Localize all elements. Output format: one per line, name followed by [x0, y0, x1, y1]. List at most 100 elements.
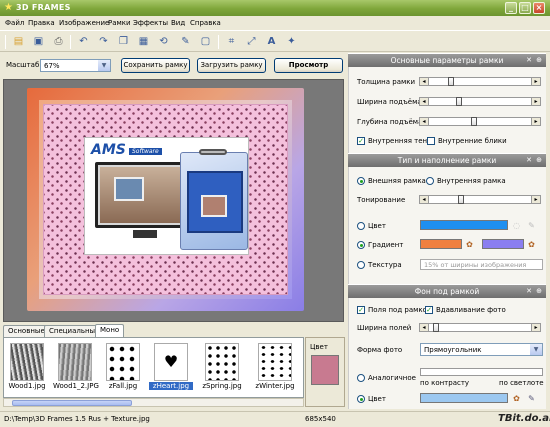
- close-icon[interactable]: ✕: [526, 154, 532, 167]
- image-canvas[interactable]: AMS Software: [3, 79, 344, 322]
- slider-knob[interactable]: [432, 323, 439, 332]
- preview-button[interactable]: Просмотр: [274, 58, 343, 73]
- tab-basic[interactable]: Основные: [3, 325, 50, 337]
- palette-icon[interactable]: ✿: [527, 240, 536, 249]
- menu-frames[interactable]: Рамки: [108, 19, 131, 27]
- pin-icon[interactable]: ⊕: [536, 285, 542, 298]
- resize-icon[interactable]: ⤢: [244, 34, 259, 49]
- pattern-mat: AMS Software: [43, 104, 288, 295]
- thumbnail-scrollbar[interactable]: [3, 398, 304, 407]
- open-icon[interactable]: ▤: [11, 34, 26, 49]
- brand-logo-sub: Software: [129, 148, 162, 155]
- slider-left-icon[interactable]: ◂: [420, 78, 429, 85]
- toning-slider[interactable]: ◂ ▸: [419, 195, 541, 204]
- minimize-button[interactable]: _: [505, 2, 517, 14]
- print-icon[interactable]: ⎙: [51, 34, 66, 49]
- thumbnail-zheart[interactable]: ♥: [154, 343, 188, 381]
- thumbnail-wood1[interactable]: [10, 343, 44, 381]
- menu-effects[interactable]: Эффекты: [133, 19, 168, 27]
- thumbnail-wood1-2[interactable]: [58, 343, 92, 381]
- frame-icon[interactable]: ▢: [198, 34, 213, 49]
- texture-select[interactable]: 15% от ширины изображения: [420, 259, 543, 270]
- thumbnail-zspring[interactable]: [205, 343, 239, 381]
- inner-shadow-checkbox[interactable]: ✓: [357, 137, 365, 145]
- slider-right-icon[interactable]: ▸: [531, 78, 540, 85]
- color-swatch[interactable]: [311, 355, 339, 385]
- palette-icon[interactable]: ◌: [512, 221, 521, 230]
- save-icon[interactable]: ▣: [31, 34, 46, 49]
- menu-image[interactable]: Изображение: [59, 19, 109, 27]
- menu-view[interactable]: Вид: [171, 19, 185, 27]
- rotate-icon[interactable]: ⟲: [156, 34, 171, 49]
- slider-left-icon[interactable]: ◂: [420, 118, 429, 125]
- slider-knob[interactable]: [457, 195, 464, 204]
- emboss-label: Вдавливание фото: [436, 306, 506, 314]
- tab-mono[interactable]: Моно: [95, 324, 125, 337]
- maximize-button[interactable]: □: [519, 2, 531, 14]
- slider-knob[interactable]: [471, 117, 478, 126]
- close-icon[interactable]: ✕: [526, 54, 532, 67]
- bg-under-checkbox[interactable]: ✓: [357, 306, 365, 314]
- zoom-select[interactable]: 67% ▼: [40, 59, 111, 72]
- menu-edit[interactable]: Правка: [28, 19, 55, 27]
- margin-width-slider[interactable]: ◂ ▸: [419, 323, 541, 332]
- bg-color-radio[interactable]: [357, 395, 365, 403]
- thumbnail-zfall[interactable]: [106, 343, 140, 381]
- lift-width-slider[interactable]: ◂ ▸: [419, 97, 541, 106]
- close-button[interactable]: ×: [533, 2, 545, 14]
- pin-icon[interactable]: ⊕: [536, 154, 542, 167]
- save-frame-button[interactable]: Сохранить рамку: [121, 58, 190, 73]
- slider-right-icon[interactable]: ▸: [531, 118, 540, 125]
- slider-left-icon[interactable]: ◂: [420, 196, 429, 203]
- gradient-to-bar[interactable]: [482, 239, 524, 249]
- scrollbar-thumb[interactable]: [12, 400, 132, 406]
- frame-color-bar[interactable]: [420, 220, 508, 230]
- inner-frame-radio[interactable]: [426, 177, 434, 185]
- copy-icon[interactable]: ❐: [116, 34, 131, 49]
- text-icon[interactable]: A: [264, 34, 279, 49]
- crop-icon[interactable]: ⌗: [224, 34, 239, 49]
- undo-icon[interactable]: ↶: [76, 34, 91, 49]
- eyedropper-icon[interactable]: ✎: [527, 394, 536, 403]
- section-header-background: Фон под рамкой ✕ ⊕: [348, 285, 546, 298]
- slider-right-icon[interactable]: ▸: [531, 98, 540, 105]
- slider-knob[interactable]: [455, 97, 462, 106]
- frame-width-slider[interactable]: ◂ ▸: [419, 77, 541, 86]
- palette-icon[interactable]: ✿: [465, 240, 474, 249]
- pin-icon[interactable]: ⊕: [536, 54, 542, 67]
- emboss-checkbox[interactable]: ✓: [425, 306, 433, 314]
- gradient-radio[interactable]: [357, 241, 365, 249]
- texture-radio[interactable]: [357, 261, 365, 269]
- menu-file[interactable]: Файл: [5, 19, 24, 27]
- load-frame-button[interactable]: Загрузить рамку: [197, 58, 266, 73]
- close-icon[interactable]: ✕: [526, 285, 532, 298]
- effects-icon[interactable]: ✦: [284, 34, 299, 49]
- color-radio[interactable]: [357, 222, 365, 230]
- outer-frame-radio[interactable]: [357, 177, 365, 185]
- thumbnail-strip: Wood1.jpg Wood1_2.JPG zFall.jpg ♥ zHeart…: [3, 337, 304, 398]
- slider-left-icon[interactable]: ◂: [420, 98, 429, 105]
- thumbnail-zwinter[interactable]: [258, 343, 292, 381]
- brush-icon[interactable]: ✎: [178, 34, 193, 49]
- redo-icon[interactable]: ↷: [96, 34, 111, 49]
- gradient-from-bar[interactable]: [420, 239, 462, 249]
- analog-radio[interactable]: [357, 374, 365, 382]
- bg-color-bar[interactable]: [420, 393, 508, 403]
- inner-glare-checkbox[interactable]: ✓: [427, 137, 435, 145]
- texture-label: Текстура: [368, 261, 402, 269]
- photo-shape-select[interactable]: Прямоугольник ▼: [420, 343, 543, 356]
- eyedropper-icon[interactable]: ✎: [527, 221, 536, 230]
- zoom-value: 67%: [44, 62, 60, 70]
- lift-depth-slider[interactable]: ◂ ▸: [419, 117, 541, 126]
- slider-left-icon[interactable]: ◂: [420, 324, 429, 331]
- slider-knob[interactable]: [448, 77, 455, 86]
- slider-right-icon[interactable]: ▸: [531, 324, 540, 331]
- thumbnail-label: Wood1.jpg: [8, 382, 46, 390]
- palette-icon[interactable]: ✿: [512, 394, 521, 403]
- analog-slider[interactable]: [420, 368, 543, 376]
- paste-icon[interactable]: ▦: [136, 34, 151, 49]
- slider-right-icon[interactable]: ▸: [531, 196, 540, 203]
- menu-help[interactable]: Справка: [190, 19, 221, 27]
- panel-scrollbar[interactable]: [546, 53, 550, 409]
- app-window: { "window": {"title": "3D FRAMES"}, "men…: [0, 0, 550, 427]
